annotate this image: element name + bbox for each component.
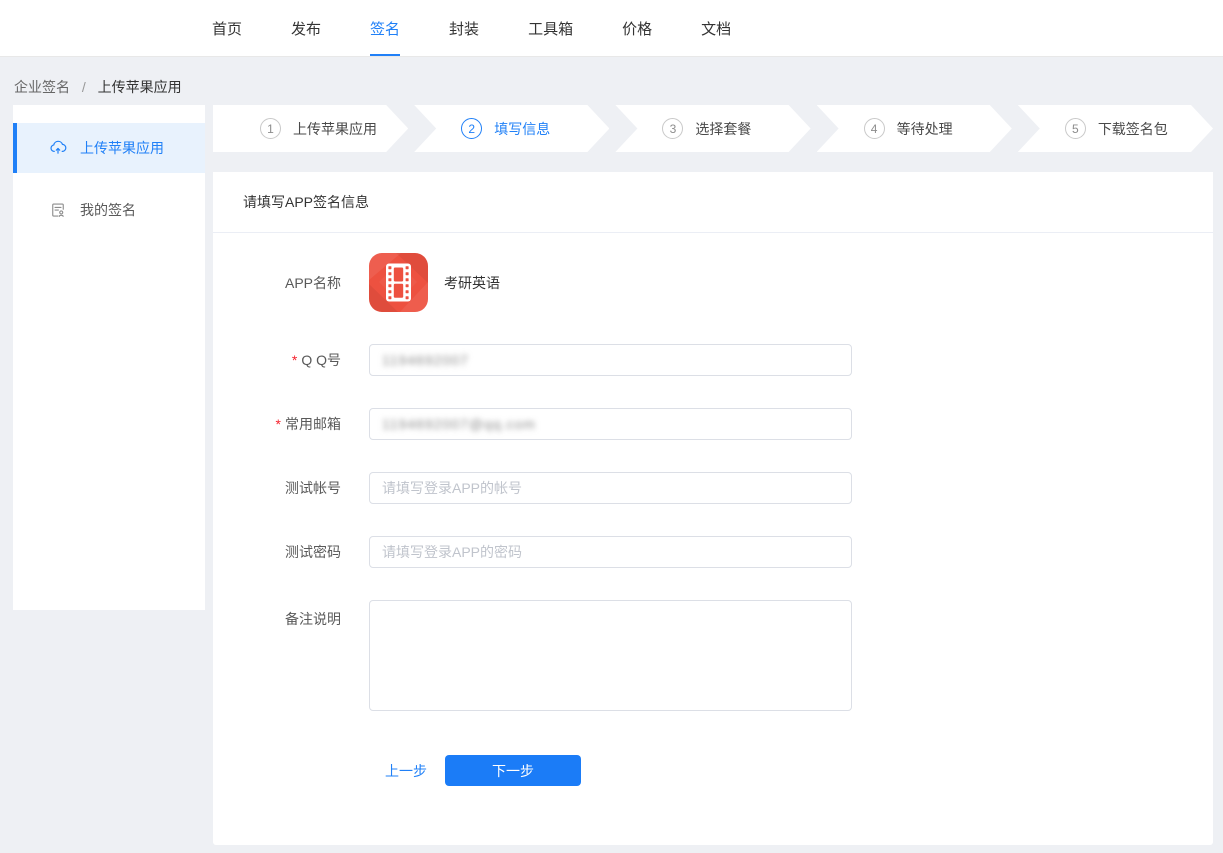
nav-item-price[interactable]: 价格 <box>622 0 652 56</box>
required-mark: * <box>276 416 281 432</box>
qq-label: Q Q号 <box>301 352 341 368</box>
nav-item-home[interactable]: 首页 <box>212 0 242 56</box>
remark-textarea[interactable] <box>369 600 852 711</box>
form-actions: 上一步 下一步 <box>385 755 1213 786</box>
nav-item-publish[interactable]: 发布 <box>291 0 321 56</box>
test-password-row: 测试密码 <box>213 536 1213 568</box>
main-content: 1 上传苹果应用 2 填写信息 3 选择套餐 4 等待处理 5 下载签名包 请填… <box>213 105 1213 845</box>
step-label: 下载签名包 <box>1098 119 1168 139</box>
email-row: *常用邮箱 1194692007@qq.com <box>213 408 1213 440</box>
top-nav: 首页 发布 签名 封装 工具箱 价格 文档 <box>0 0 1223 57</box>
signature-form-card: 请填写APP签名信息 APP名称 <box>213 172 1213 845</box>
app-name-row: APP名称 <box>213 253 1213 312</box>
test-password-input[interactable] <box>369 536 852 568</box>
step-label: 选择套餐 <box>695 119 751 139</box>
email-input[interactable] <box>369 408 852 440</box>
step-label: 等待处理 <box>897 119 953 139</box>
step-4-wait-processing: 4 等待处理 <box>817 105 1012 152</box>
step-wizard: 1 上传苹果应用 2 填写信息 3 选择套餐 4 等待处理 5 下载签名包 <box>213 105 1213 152</box>
breadcrumb: 企业签名 / 上传苹果应用 <box>0 57 1223 105</box>
step-number: 3 <box>662 118 683 139</box>
step-label: 填写信息 <box>494 119 550 139</box>
sidebar: 上传苹果应用 我的签名 <box>13 105 205 610</box>
prev-step-button[interactable]: 上一步 <box>385 761 427 781</box>
qq-input[interactable] <box>369 344 852 376</box>
cloud-upload-icon <box>49 139 67 157</box>
form-title: 请填写APP签名信息 <box>213 172 1213 233</box>
test-account-label: 测试帐号 <box>213 478 341 498</box>
app-name-label: APP名称 <box>213 273 341 293</box>
test-account-input[interactable] <box>369 472 852 504</box>
test-password-label: 测试密码 <box>213 542 341 562</box>
step-label: 上传苹果应用 <box>293 119 377 139</box>
sidebar-item-label: 上传苹果应用 <box>80 138 164 158</box>
step-number: 2 <box>461 118 482 139</box>
nav-item-docs[interactable]: 文档 <box>701 0 731 56</box>
email-label: 常用邮箱 <box>285 416 341 432</box>
remark-row: 备注说明 <box>213 600 1213 711</box>
required-mark: * <box>292 352 297 368</box>
nav-item-toolbox[interactable]: 工具箱 <box>528 0 573 56</box>
step-number: 4 <box>864 118 885 139</box>
step-number: 1 <box>260 118 281 139</box>
breadcrumb-separator: / <box>82 79 86 95</box>
signature-doc-icon <box>49 201 67 219</box>
step-number: 5 <box>1065 118 1086 139</box>
sidebar-item-label: 我的签名 <box>80 200 136 220</box>
sidebar-item-upload-ios-app[interactable]: 上传苹果应用 <box>13 123 205 173</box>
breadcrumb-parent[interactable]: 企业签名 <box>14 79 70 95</box>
step-2-fill-info: 2 填写信息 <box>414 105 609 152</box>
breadcrumb-current: 上传苹果应用 <box>98 79 182 95</box>
next-step-button[interactable]: 下一步 <box>445 755 581 786</box>
film-app-icon <box>369 253 428 312</box>
step-3-choose-plan: 3 选择套餐 <box>615 105 810 152</box>
sidebar-item-my-signatures[interactable]: 我的签名 <box>13 185 205 235</box>
remark-label: 备注说明 <box>213 600 341 629</box>
nav-item-sign[interactable]: 签名 <box>370 0 400 56</box>
qq-row: *Q Q号 1194692007 <box>213 344 1213 376</box>
step-5-download-package: 5 下载签名包 <box>1018 105 1213 152</box>
app-name-value: 考研英语 <box>444 273 500 293</box>
test-account-row: 测试帐号 <box>213 472 1213 504</box>
step-1-upload-app: 1 上传苹果应用 <box>213 105 408 152</box>
nav-item-package[interactable]: 封装 <box>449 0 479 56</box>
